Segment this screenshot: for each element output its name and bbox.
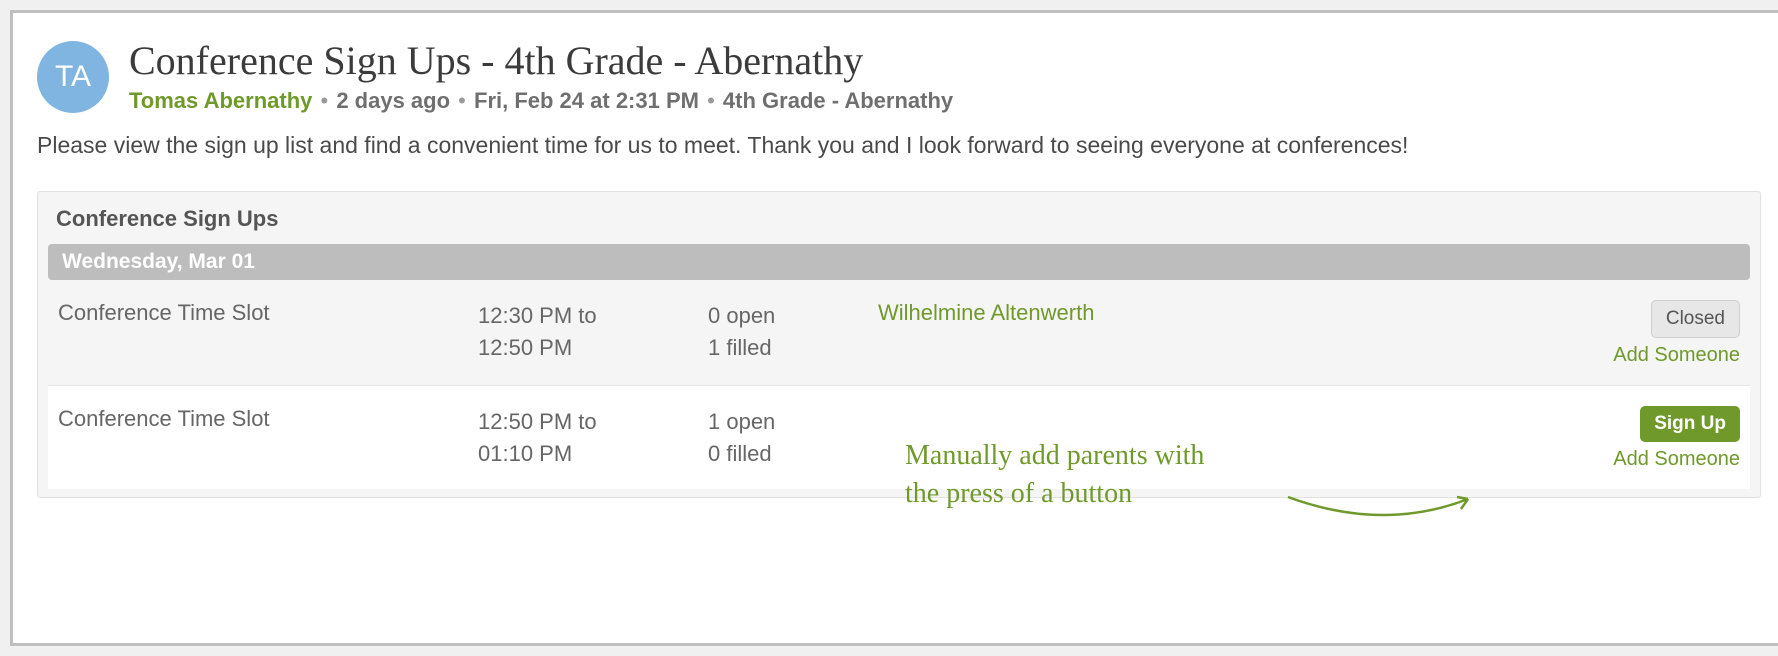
slot-action: Closed Add Someone <box>1540 300 1740 367</box>
panel-title: Conference Sign Ups <box>38 192 1760 244</box>
post-datetime: Fri, Feb 24 at 2:31 PM <box>474 88 699 113</box>
slot-row: Conference Time Slot 12:30 PM to 12:50 P… <box>48 280 1750 386</box>
avatar[interactable]: TA <box>37 41 109 113</box>
add-someone-link[interactable]: Add Someone <box>1613 344 1740 367</box>
slot-availability: 1 open 0 filled <box>708 406 878 470</box>
date-header: Wednesday, Mar 01 <box>48 244 1750 280</box>
post-heading-block: Conference Sign Ups - 4th Grade - Aberna… <box>129 37 953 114</box>
slot-row: Conference Time Slot 12:50 PM to 01:10 P… <box>48 386 1750 489</box>
post-title: Conference Sign Ups - 4th Grade - Aberna… <box>129 37 953 84</box>
byline: Tomas Abernathy • 2 days ago • Fri, Feb … <box>129 88 953 114</box>
post-age: 2 days ago <box>336 88 450 113</box>
author-link[interactable]: Tomas Abernathy <box>129 88 312 113</box>
closed-button: Closed <box>1651 300 1740 338</box>
add-someone-link[interactable]: Add Someone <box>1613 448 1740 471</box>
slot-time: 12:30 PM to 12:50 PM <box>478 300 708 364</box>
slot-person[interactable]: Wilhelmine Altenwerth <box>878 300 1540 326</box>
slot-action: Sign Up Add Someone <box>1540 406 1740 471</box>
signup-panel: Conference Sign Ups Wednesday, Mar 01 Co… <box>37 191 1761 498</box>
slot-time: 12:50 PM to 01:10 PM <box>478 406 708 470</box>
slot-name: Conference Time Slot <box>58 300 478 326</box>
post-container: TA Conference Sign Ups - 4th Grade - Abe… <box>10 10 1778 646</box>
signup-button[interactable]: Sign Up <box>1640 406 1740 442</box>
post-intro: Please view the sign up list and find a … <box>37 132 1761 159</box>
slot-name: Conference Time Slot <box>58 406 478 432</box>
group-link[interactable]: 4th Grade - Abernathy <box>723 88 953 113</box>
slot-list: Conference Time Slot 12:30 PM to 12:50 P… <box>38 280 1760 497</box>
slot-availability: 0 open 1 filled <box>708 300 878 364</box>
post-header: TA Conference Sign Ups - 4th Grade - Abe… <box>37 37 1761 114</box>
